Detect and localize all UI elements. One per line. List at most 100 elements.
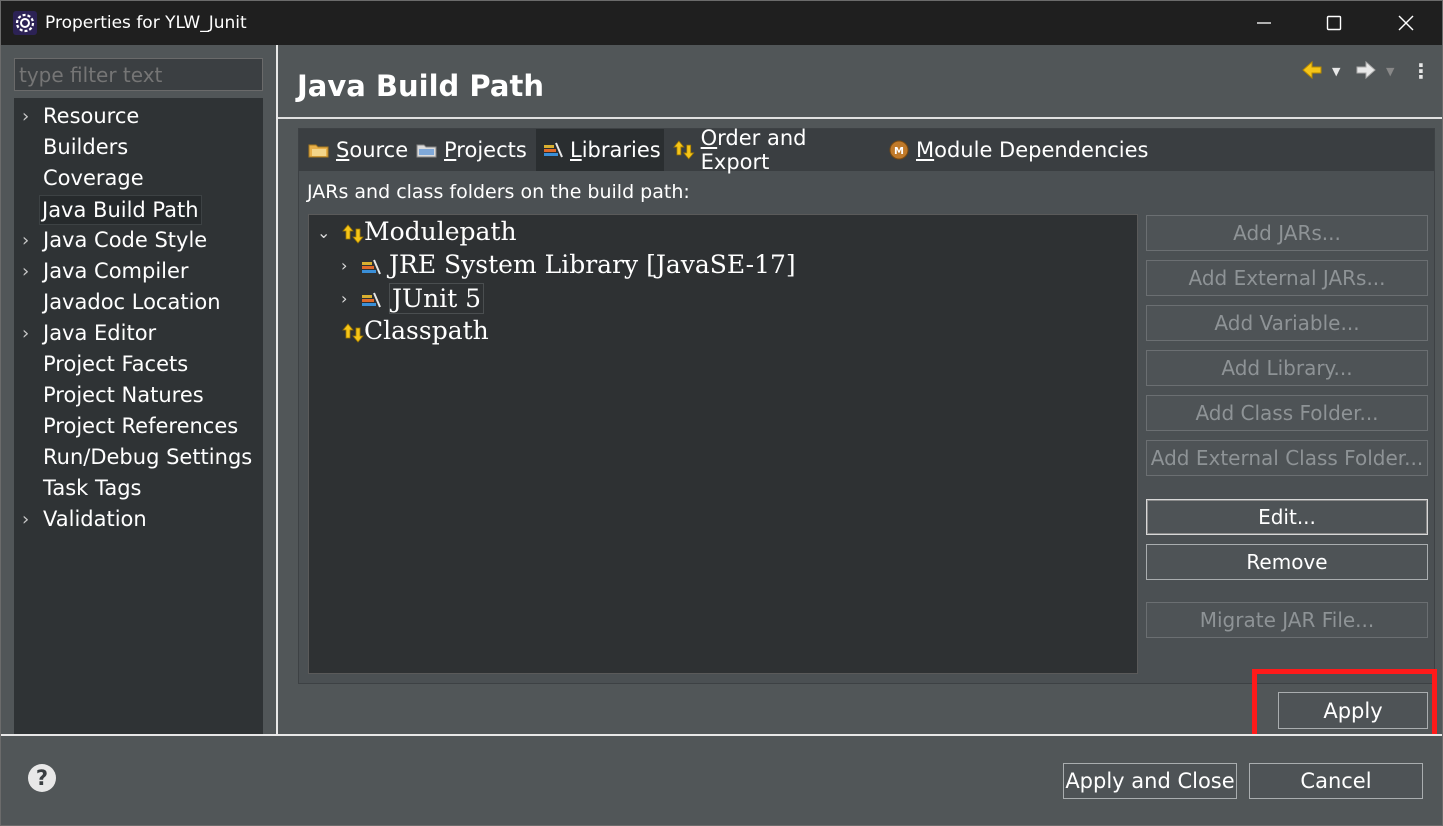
edit-button[interactable]: Edit...	[1146, 499, 1428, 535]
sidebar-item-java-code-style[interactable]: › Java Code Style	[14, 226, 263, 256]
minimize-icon	[1257, 22, 1271, 24]
add-class-folder-button[interactable]: Add Class Folder...	[1146, 395, 1428, 431]
modulepath-icon	[342, 224, 364, 244]
chevron-right-icon[interactable]: ›	[22, 323, 29, 344]
back-history-dropdown-icon[interactable]: ▼	[1332, 65, 1340, 78]
tab-label: Libraries	[570, 138, 661, 162]
minimize-button[interactable]	[1229, 1, 1299, 45]
libraries-tree[interactable]: ⌄ Modulepath › JRE System Library [JavaS…	[308, 214, 1138, 674]
tab-order-and-export[interactable]: Order and Export	[673, 126, 879, 174]
add-library-button[interactable]: Add Library...	[1146, 350, 1428, 386]
maximize-button[interactable]	[1299, 1, 1369, 45]
tab-label: Module Dependencies	[916, 138, 1149, 162]
sidebar-item-builders[interactable]: Builders	[14, 133, 263, 163]
sidebar-item-label: Project Natures	[43, 383, 204, 407]
sidebar-item-label: Validation	[43, 507, 147, 531]
svg-text:M: M	[894, 146, 904, 157]
chevron-right-icon[interactable]: ›	[22, 509, 29, 530]
migrate-jar-file-button[interactable]: Migrate JAR File...	[1146, 602, 1428, 638]
sidebar-item-label: Run/Debug Settings	[43, 445, 253, 469]
tab-mnemonic: O	[700, 126, 718, 150]
tab-source[interactable]: Source	[306, 129, 410, 171]
library-books-icon	[362, 259, 381, 275]
title-bar: Properties for YLW_Junit	[1, 1, 1442, 45]
view-menu-icon[interactable]: ⋮	[1411, 59, 1431, 83]
chevron-down-icon[interactable]: ⌄	[317, 223, 330, 242]
tab-libraries[interactable]: Libraries	[536, 129, 664, 171]
chevron-right-icon[interactable]: ›	[341, 256, 347, 275]
help-icon[interactable]: ?	[28, 764, 56, 792]
build-path-heading: JARs and class folders on the build path…	[307, 181, 690, 203]
tab-projects[interactable]: Projects	[416, 129, 534, 171]
order-arrows-icon	[673, 140, 695, 160]
module-icon: M	[889, 140, 909, 160]
close-icon	[1398, 15, 1414, 31]
sidebar-item-label: Java Compiler	[43, 259, 189, 283]
tree-item-label: JUnit 5	[389, 283, 485, 314]
add-external-class-folder-button[interactable]: Add External Class Folder...	[1146, 440, 1428, 476]
apply-and-close-button[interactable]: Apply and Close	[1063, 763, 1237, 799]
chevron-right-icon[interactable]: ›	[341, 289, 347, 308]
sidebar-item-coverage[interactable]: Coverage	[14, 164, 263, 194]
classpath-icon	[342, 323, 364, 343]
sidebar-item-project-natures[interactable]: Project Natures	[14, 381, 263, 411]
chevron-right-icon[interactable]: ›	[22, 230, 29, 251]
forward-arrow-icon[interactable]	[1355, 59, 1377, 81]
property-page-tree: › Resource Builders Coverage Java Build …	[14, 98, 263, 735]
sidebar-item-label: Project References	[43, 414, 239, 438]
tab-mnemonic: L	[570, 138, 582, 162]
add-variable-button[interactable]: Add Variable...	[1146, 305, 1428, 341]
chevron-right-icon[interactable]: ›	[22, 106, 29, 127]
sidebar-item-java-build-path[interactable]: Java Build Path	[14, 195, 263, 225]
sidebar-item-label: Java Editor	[43, 321, 157, 345]
tree-item-label: Classpath	[364, 316, 489, 345]
sidebar-item-label: Java Build Path	[39, 195, 202, 225]
sidebar-item-project-references[interactable]: Project References	[14, 412, 263, 442]
properties-dialog: Properties for YLW_Junit › Resource Buil…	[0, 0, 1443, 826]
tab-mnemonic: M	[916, 138, 935, 162]
sidebar-item-resource[interactable]: › Resource	[14, 102, 263, 132]
sidebar-item-task-tags[interactable]: Task Tags	[14, 474, 263, 504]
add-jars-button[interactable]: Add JARs...	[1146, 215, 1428, 251]
eclipse-gear-icon	[13, 11, 37, 35]
cancel-button[interactable]: Cancel	[1249, 763, 1423, 799]
tab-module-dependencies[interactable]: M Module Dependencies	[888, 129, 1150, 171]
sidebar-item-label: Task Tags	[43, 476, 142, 500]
sidebar-item-java-compiler[interactable]: › Java Compiler	[14, 257, 263, 287]
tab-mnemonic: P	[444, 138, 457, 162]
source-folder-icon	[308, 144, 329, 158]
tab-label: Order and Export	[700, 126, 807, 174]
sidebar-item-label: Builders	[43, 135, 129, 159]
tab-label: Projects	[444, 138, 527, 162]
back-arrow-icon[interactable]	[1301, 59, 1323, 81]
sidebar-item-validation[interactable]: › Validation	[14, 505, 263, 535]
projects-folder-icon	[416, 144, 437, 158]
sidebar-item-run-debug-settings[interactable]: Run/Debug Settings	[14, 443, 263, 473]
page-title: Java Build Path	[297, 69, 544, 103]
sidebar-item-label: Resource	[43, 104, 140, 128]
tree-item-label: JRE System Library [JavaSE-17]	[389, 250, 796, 279]
forward-history-dropdown-icon[interactable]: ▼	[1386, 65, 1394, 78]
header-divider	[278, 117, 1442, 119]
sidebar-item-java-editor[interactable]: › Java Editor	[14, 319, 263, 349]
sidebar-item-project-facets[interactable]: Project Facets	[14, 350, 263, 380]
window-title: Properties for YLW_Junit	[45, 13, 247, 33]
tab-label: Source	[336, 138, 409, 162]
filter-input[interactable]	[14, 58, 263, 91]
chevron-right-icon[interactable]: ›	[22, 261, 29, 282]
maximize-icon	[1326, 15, 1342, 31]
add-external-jars-button[interactable]: Add External JARs...	[1146, 260, 1428, 296]
library-books-icon	[362, 292, 381, 308]
sidebar-item-label: Javadoc Location	[43, 290, 221, 314]
sidebar-item-label: Project Facets	[43, 352, 189, 376]
sidebar-item-label: Java Code Style	[43, 228, 208, 252]
sidebar-item-label: Coverage	[43, 166, 144, 190]
sidebar-item-javadoc-location[interactable]: Javadoc Location	[14, 288, 263, 318]
remove-button[interactable]: Remove	[1146, 544, 1428, 580]
tab-mnemonic: S	[336, 138, 350, 162]
close-button[interactable]	[1371, 1, 1441, 45]
panel-sash[interactable]	[276, 45, 278, 735]
library-books-icon	[544, 142, 563, 158]
left-panel: › Resource Builders Coverage Java Build …	[1, 45, 277, 735]
tree-item-label: Modulepath	[364, 217, 517, 246]
